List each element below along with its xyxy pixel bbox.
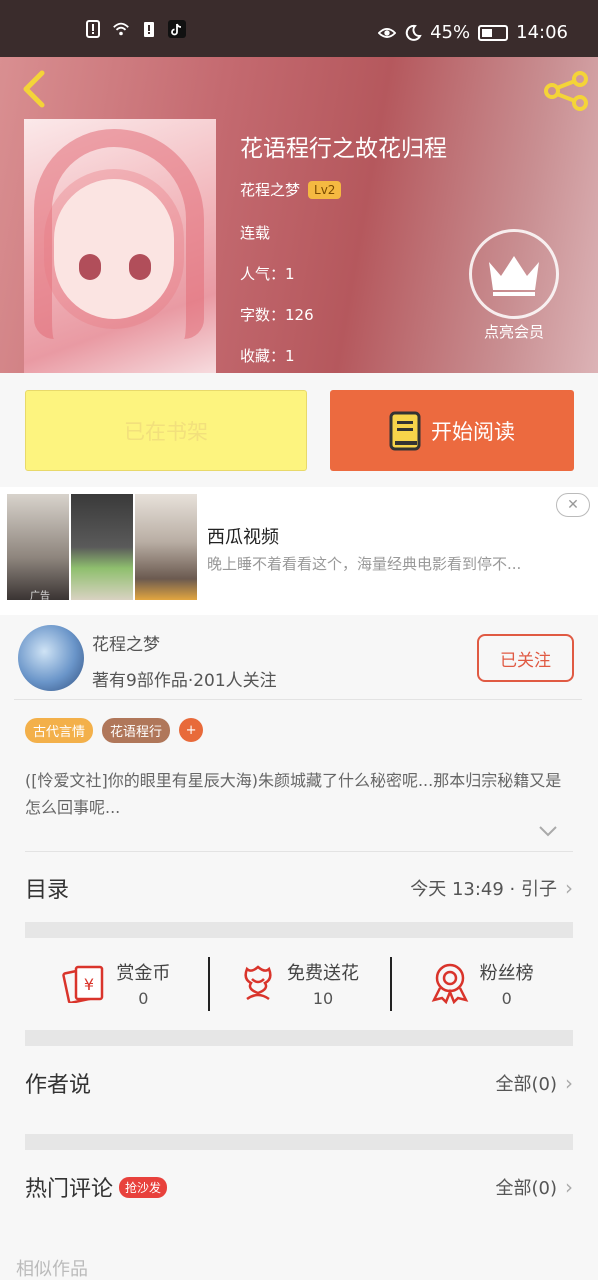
- svg-text:¥: ¥: [84, 975, 94, 994]
- stat-value: 10: [312, 988, 334, 1008]
- book-icon: [389, 411, 421, 450]
- book-word-count: 字数：126: [240, 306, 314, 324]
- book-popularity: 人气：1: [240, 265, 295, 283]
- red-envelope-icon: ¥: [62, 965, 104, 1003]
- section-separator: [25, 922, 573, 938]
- plus-icon: +: [185, 722, 197, 738]
- hot-comments-all: 全部(0): [495, 1178, 558, 1199]
- ad-banner[interactable]: 广告 西瓜视频 晚上睡不着看看这个，海量经典电影看到停不... ✕: [0, 487, 598, 615]
- divider: [25, 851, 573, 852]
- start-reading-button[interactable]: 开始阅读: [330, 390, 574, 471]
- close-icon: ✕: [567, 497, 579, 513]
- ad-app-name: 西瓜视频: [207, 527, 279, 548]
- book-author[interactable]: 花程之梦: [240, 179, 300, 200]
- stat-label: 粉丝榜: [479, 962, 534, 984]
- tiktok-icon: [168, 20, 186, 38]
- vip-membership-button[interactable]: 点亮会员: [468, 229, 560, 342]
- battery-alert-icon: [144, 22, 154, 37]
- stats-row: ¥ 赏金币 0 免费送花 10 粉丝榜 0: [25, 953, 573, 1013]
- alert-file-icon: [86, 20, 100, 38]
- vip-label: 点亮会员: [483, 323, 544, 341]
- book-title: 花语程行之故花归程: [240, 136, 447, 162]
- book-header: 花语程行之故花归程 花程之梦 Lv2 连载 人气：1 字数：126 收藏：1 点…: [0, 57, 598, 373]
- battery-percentage: 45%: [430, 22, 471, 43]
- stat-value: 0: [501, 988, 512, 1008]
- back-arrow-icon[interactable]: [16, 69, 56, 109]
- book-detail-content: 花程之梦 著有9部作品·201人关注 已关注 古代言情 花语程行 + ([怜爱文…: [0, 615, 598, 1280]
- eye-icon: [378, 27, 397, 38]
- ad-description: 晚上睡不着看看这个，海量经典电影看到停不...: [207, 555, 522, 573]
- grab-sofa-badge[interactable]: 抢沙发: [119, 1176, 168, 1198]
- ad-thumbnail-2: [71, 494, 133, 600]
- in-bookshelf-button[interactable]: 已在书架: [25, 390, 307, 471]
- book-status: 连载: [240, 224, 271, 242]
- battery-icon: [478, 24, 509, 41]
- section-separator: [25, 1134, 573, 1150]
- wifi-icon: [113, 22, 129, 36]
- author-info: 著有9部作品·201人关注: [92, 671, 277, 691]
- author-name[interactable]: 花程之梦: [92, 630, 160, 655]
- start-reading-label: 开始阅读: [431, 419, 515, 444]
- chevron-right-icon: ›: [565, 1175, 573, 1199]
- author-says-row[interactable]: 作者说 全部(0) ›: [25, 1065, 573, 1101]
- similar-works-title: 相似作品: [16, 1259, 88, 1280]
- share-icon[interactable]: [544, 71, 588, 111]
- moon-icon: [405, 24, 422, 41]
- tag-item[interactable]: 古代言情: [25, 718, 94, 743]
- author-avatar[interactable]: [18, 625, 84, 691]
- author-says-all: 全部(0): [495, 1074, 558, 1095]
- action-buttons: 已在书架 开始阅读: [0, 373, 598, 487]
- divider: [14, 699, 582, 700]
- fan-ranking-stat[interactable]: 粉丝榜 0: [390, 953, 573, 1013]
- following-button[interactable]: 已关注: [477, 634, 574, 682]
- catalog-title: 目录: [25, 878, 70, 903]
- ad-thumbnail-3: [135, 494, 197, 600]
- stat-value: 0: [138, 988, 149, 1008]
- reward-coins-stat[interactable]: ¥ 赏金币 0: [25, 953, 208, 1013]
- author-level-badge: Lv2: [308, 180, 342, 199]
- book-favorites: 收藏：1: [240, 347, 295, 365]
- catalog-row[interactable]: 目录 今天 13:49 · 引子 ›: [25, 870, 573, 906]
- section-separator: [25, 1030, 573, 1046]
- stat-label: 免费送花: [287, 962, 359, 984]
- tag-item[interactable]: 花语程行: [102, 718, 171, 743]
- author-says-title: 作者说: [25, 1073, 92, 1098]
- hot-comments-row[interactable]: 热门评论 抢沙发 全部(0) ›: [25, 1169, 573, 1205]
- crown-icon: [489, 256, 539, 296]
- flower-icon: [244, 965, 272, 1001]
- tag-list: 古代言情 花语程行 +: [25, 718, 204, 743]
- chevron-right-icon: ›: [565, 876, 573, 900]
- ad-close-button[interactable]: ✕: [556, 493, 590, 517]
- catalog-latest-chapter: 今天 13:49 · 引子: [410, 879, 557, 900]
- stat-label: 赏金币: [116, 962, 171, 984]
- free-flowers-stat[interactable]: 免费送花 10: [207, 953, 391, 1013]
- book-cover-image[interactable]: [24, 119, 216, 373]
- chevron-right-icon: ›: [565, 1071, 573, 1095]
- hot-comments-title: 热门评论: [25, 1177, 114, 1202]
- status-bar: 45% 14:06: [0, 0, 598, 57]
- ad-thumbnail-1: [7, 494, 69, 600]
- ad-label: 广告: [30, 591, 50, 602]
- book-author-row: 花程之梦 Lv2: [240, 179, 342, 200]
- add-tag-button[interactable]: +: [179, 718, 204, 742]
- medal-icon: [431, 963, 469, 1004]
- expand-chevron-icon[interactable]: [538, 825, 558, 837]
- clock-time: 14:06: [516, 22, 568, 43]
- book-synopsis: ([怜爱文社]你的眼里有星辰大海)朱颜城藏了什么秘密呢...那本归宗秘籍又是怎么…: [25, 771, 562, 817]
